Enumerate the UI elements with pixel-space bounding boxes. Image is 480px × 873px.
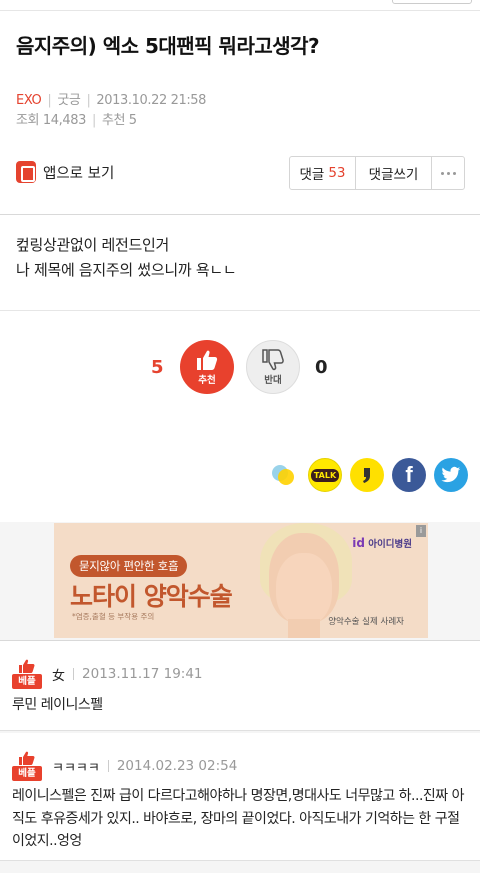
divider xyxy=(0,310,480,311)
top-button-stub[interactable] xyxy=(392,0,472,4)
kakaostory-share-button[interactable] xyxy=(266,458,300,492)
thumbs-up-icon xyxy=(19,659,35,673)
best-comment-label: 베플 xyxy=(12,674,42,689)
downvote-count: 0 xyxy=(315,357,328,378)
recommend-label: 추천 xyxy=(101,113,126,128)
comment-author: 女 xyxy=(52,668,66,684)
open-in-app-label: 앱으로 보기 xyxy=(43,165,115,182)
comment-header: 베플 女 2013.11.17 19:41 xyxy=(12,659,203,689)
downvote-label: 반대 xyxy=(264,374,282,386)
upvote-count: 5 xyxy=(151,357,164,378)
post-meta: EXO | 굿긍 | 2013.10.22 21:58 조회 14,483 | 추천 5 xyxy=(16,93,207,128)
facebook-icon: f xyxy=(405,462,413,487)
post-body-line: 컾링상관없이 레전드인거 xyxy=(16,236,169,254)
comment-header: 베플 ㅋㅋㅋㅋ 2014.02.23 02:54 xyxy=(12,751,237,781)
share-bar: TALK f xyxy=(266,458,468,492)
divider xyxy=(0,214,480,215)
yellow-share-button[interactable] xyxy=(350,458,384,492)
comment-text: 루민 레이니스펠 xyxy=(12,697,103,713)
ad-note: *염증,출혈 등 부작용 주의 xyxy=(72,612,155,621)
write-comment-button[interactable]: 댓글쓰기 xyxy=(356,157,432,189)
ad-headline: 노타이 양악수술 xyxy=(70,582,233,611)
upvote-button[interactable]: 추천 xyxy=(180,340,234,394)
comment-author: ㅋㅋㅋㅋ xyxy=(52,760,100,776)
comment-text: 레이니스펠은 진짜 급이 다르다고해야하나 명장면,명대사도 너무많고 하...… xyxy=(12,788,465,849)
facebook-share-button[interactable]: f xyxy=(392,458,426,492)
kakaotalk-icon: TALK xyxy=(310,468,340,482)
yellow-share-icon xyxy=(363,468,370,483)
vote-section: 5 추천 반대 0 xyxy=(0,340,480,396)
thumbs-up-icon xyxy=(19,751,35,765)
post-author: 굿긍 xyxy=(57,93,81,108)
comment-date: 2013.11.17 19:41 xyxy=(82,666,203,682)
thumbs-up-icon xyxy=(197,350,218,370)
post-title: 음지주의) 엑소 5대팬픽 뭐라고생각? xyxy=(16,34,320,58)
ad-caption: 양악수술 실제 사례자 xyxy=(328,617,404,627)
kakaotalk-share-button[interactable]: TALK xyxy=(308,458,342,492)
post-body-line: 나 제목에 음지주의 썼으니까 욕ㄴㄴ xyxy=(16,261,237,279)
comment-date: 2014.02.23 02:54 xyxy=(116,758,238,774)
views-label: 조회 xyxy=(16,113,40,128)
ad-banner[interactable]: 묻지않아 편안한 호흡 노타이 양악수술 *염증,출혈 등 부작용 주의 id … xyxy=(54,523,428,638)
comment-item: 베플 ㅋㅋㅋㅋ 2014.02.23 02:54 레이니스펠은 진짜 급이 다르… xyxy=(0,733,480,861)
post-category[interactable]: EXO xyxy=(16,93,42,108)
views-count: 14,483 xyxy=(42,113,86,128)
best-comment-badge: 베플 xyxy=(12,751,42,781)
post-date: 2013.10.22 21:58 xyxy=(96,93,207,108)
twitter-icon xyxy=(441,466,461,483)
open-in-app-button[interactable]: 앱으로 보기 xyxy=(16,161,114,183)
comment-item: 베플 女 2013.11.17 19:41 루민 레이니스펠 xyxy=(0,641,480,731)
downvote-button[interactable]: 반대 xyxy=(246,340,300,394)
post-body: 컾링상관없이 레전드인거 나 제목에 음지주의 썼으니까 욕ㄴㄴ xyxy=(16,233,237,283)
ad-tagline: 묻지않아 편안한 호흡 xyxy=(70,555,188,577)
comments-count: 53 xyxy=(328,165,346,181)
more-dots-icon xyxy=(440,171,456,175)
comments-label: 댓글 xyxy=(299,167,325,183)
ad-logo: id 아이디병원 xyxy=(352,536,412,550)
best-comment-badge: 베플 xyxy=(12,659,42,689)
kakaostory-icon xyxy=(272,465,294,485)
comment-button-group: 댓글 53 댓글쓰기 xyxy=(289,156,465,190)
divider xyxy=(0,10,480,11)
ad-info-icon[interactable]: i xyxy=(416,525,426,537)
more-button[interactable] xyxy=(432,157,464,189)
post-toolbar: 앱으로 보기 댓글 53 댓글쓰기 xyxy=(0,150,480,194)
app-icon xyxy=(16,161,36,183)
recommend-count: 5 xyxy=(128,113,137,128)
comments-button[interactable]: 댓글 53 xyxy=(290,157,356,189)
twitter-share-button[interactable] xyxy=(434,458,468,492)
best-comment-label: 베플 xyxy=(12,766,42,781)
upvote-label: 추천 xyxy=(198,374,216,386)
thumbs-down-icon xyxy=(262,348,284,370)
